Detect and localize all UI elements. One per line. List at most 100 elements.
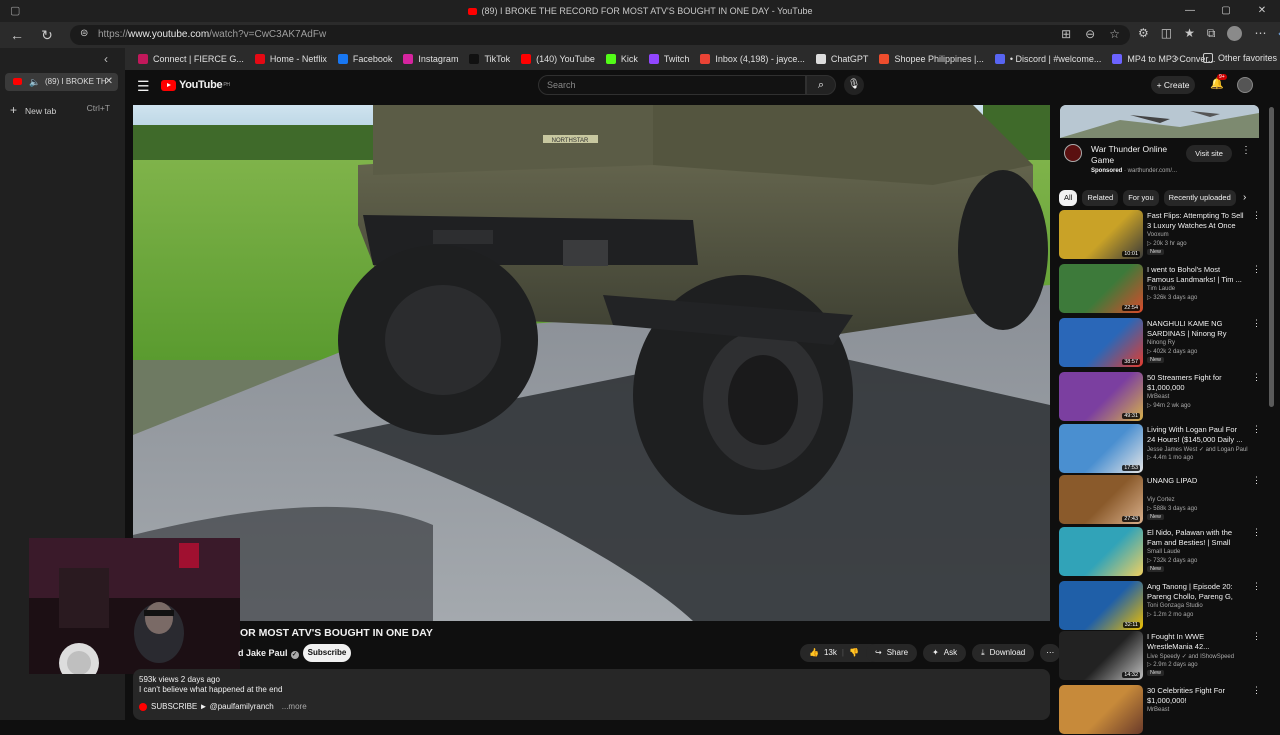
channel-name[interactable]: MrBeast — [1147, 707, 1169, 713]
video-options-icon[interactable]: ⋮ — [1252, 581, 1261, 592]
ask-button[interactable]: ✦ Ask — [923, 644, 967, 662]
video-options-icon[interactable]: ⋮ — [1252, 264, 1261, 275]
video-options-icon[interactable]: ⋮ — [1252, 685, 1261, 696]
search-input[interactable]: Search — [538, 75, 806, 95]
ad-banner-image[interactable] — [1060, 105, 1259, 138]
url-text[interactable]: https://www.youtube.com/watch?v=CwC3AK7A… — [98, 28, 326, 42]
show-more-link[interactable]: ...more — [282, 702, 307, 711]
close-tab-icon[interactable]: ✕ — [105, 73, 113, 91]
chip-for-you[interactable]: For you — [1123, 190, 1159, 206]
favorites-icon[interactable]: ★ — [1184, 26, 1195, 41]
refresh-icon[interactable]: ↻ — [38, 26, 56, 44]
video-options-icon[interactable]: ⋮ — [1252, 475, 1261, 486]
menu-icon[interactable]: ☰ — [137, 78, 150, 95]
back-icon[interactable]: ← — [8, 26, 26, 44]
bookmark-item[interactable]: TikTok — [469, 54, 510, 64]
app-available-icon[interactable]: ⊞ — [1061, 27, 1071, 41]
bookmark-item[interactable]: MP4 to MP3 Conver... — [1112, 54, 1215, 64]
zoom-icon[interactable]: ⊖ — [1085, 27, 1095, 41]
channel-name[interactable]: Tim Laude — [1147, 286, 1175, 292]
recommended-video[interactable]: El Nido, Palawan with the Fam and Bestie… — [1059, 527, 1264, 577]
bookmark-item[interactable]: Inbox (4,198) - jayce... — [700, 54, 805, 64]
video-title[interactable]: El Nido, Palawan with the Fam and Bestie… — [1147, 528, 1247, 548]
settings-more-icon[interactable]: ⋯ — [1254, 26, 1266, 41]
channel-name[interactable]: MrBeast — [1147, 394, 1169, 400]
video-thumbnail[interactable]: 17:53 — [1059, 424, 1143, 473]
extensions-icon[interactable]: ⚙ — [1138, 26, 1149, 41]
video-options-icon[interactable]: ⋮ — [1252, 527, 1261, 538]
video-title[interactable]: NANGHULI KAME NG SARDINAS | Ninong Ry — [1147, 319, 1247, 339]
bookmark-item[interactable]: Twitch — [648, 54, 689, 64]
chips-next-icon[interactable]: › — [1243, 192, 1246, 203]
channel-name[interactable]: Viy Cortez — [1147, 497, 1175, 503]
chip-recently-uploaded[interactable]: Recently uploaded — [1163, 190, 1236, 206]
channel-name[interactable]: d Jake Paul ✓ — [238, 648, 299, 659]
chip-all[interactable]: All — [1059, 190, 1078, 206]
account-avatar[interactable] — [1237, 77, 1253, 93]
channel-name[interactable]: Jesse James West ✓ and Logan Paul — [1147, 446, 1248, 453]
channel-name[interactable]: Toni Gonzaga Studio — [1147, 603, 1203, 609]
bookmark-item[interactable]: Connect | FIERCE G... — [138, 54, 244, 64]
video-title[interactable]: Ang Tanong | Episode 20: Pareng Chollo, … — [1147, 582, 1247, 602]
new-tab-button[interactable]: + New tab Ctrl+T — [10, 103, 110, 117]
bookmark-item[interactable]: Facebook — [337, 54, 392, 64]
video-thumbnail[interactable]: 10:01 — [1059, 210, 1143, 259]
video-title[interactable]: 50 Streamers Fight for $1,000,000 — [1147, 373, 1247, 393]
bookmark-item[interactable]: Instagram — [403, 54, 458, 64]
video-thumbnail[interactable]: 27:43 — [1059, 475, 1143, 524]
bookmark-item[interactable]: Kick — [605, 54, 638, 64]
collapse-tabs-icon[interactable]: ‹ — [104, 52, 108, 66]
description-box[interactable]: 593k views 2 days ago I can't believe wh… — [133, 669, 1050, 720]
collections-icon[interactable]: ⧉ — [1207, 26, 1216, 41]
profile-avatar[interactable] — [1227, 26, 1243, 41]
recommended-video[interactable]: 14:32 I Fought In WWE WrestleMania 42... L… — [1059, 631, 1264, 681]
bookmark-item[interactable]: • Discord | #welcome... — [994, 54, 1101, 64]
channel-name[interactable]: Vooxum — [1147, 232, 1169, 238]
video-thumbnail[interactable]: 32:11 — [1059, 581, 1143, 630]
channel-name[interactable]: Small Laude — [1147, 549, 1180, 555]
video-player[interactable]: NORTHSTAR — [133, 105, 1050, 621]
recommended-video[interactable]: 10:01 Fast Flips: Attempting To Sell 3 Lu… — [1059, 210, 1264, 260]
voice-search-button[interactable]: 🎙 — [844, 75, 864, 95]
video-thumbnail[interactable] — [1059, 685, 1143, 734]
video-title[interactable]: UNANG LIPAD — [1147, 476, 1247, 486]
video-options-icon[interactable]: ⋮ — [1252, 631, 1261, 642]
video-thumbnail[interactable]: 38:57 — [1059, 318, 1143, 367]
bookmark-item[interactable]: ChatGPT — [815, 54, 868, 64]
favorite-star-icon[interactable]: ☆ — [1109, 27, 1120, 41]
bookmark-item[interactable]: Home - Netflix — [254, 54, 327, 64]
recommended-video[interactable]: 22:54 I went to Bohol's Most Famous Landm… — [1059, 264, 1264, 314]
maximize-icon[interactable]: ▢ — [1208, 0, 1244, 22]
channel-name[interactable]: Ninong Ry — [1147, 340, 1175, 346]
close-icon[interactable]: ✕ — [1244, 0, 1280, 22]
video-options-icon[interactable]: ⋮ — [1252, 372, 1261, 383]
tab-current[interactable]: 🔈 (89) I BROKE TH ✕ — [5, 73, 118, 91]
recommended-video[interactable]: 27:43 UNANG LIPAD Viy Cortez ▷ 588k 3 days … — [1059, 475, 1264, 525]
create-button[interactable]: + Create — [1151, 76, 1195, 94]
search-button[interactable]: ⌕ — [806, 75, 836, 95]
recommended-video[interactable]: 38:57 NANGHULI KAME NG SARDINAS | Ninong … — [1059, 318, 1264, 368]
video-title[interactable]: Fast Flips: Attempting To Sell 3 Luxury … — [1147, 211, 1247, 231]
video-thumbnail[interactable]: 14:32 — [1059, 631, 1143, 680]
channel-handle-link[interactable]: SUBSCRIBE ► @paulfamilyranch — [151, 702, 274, 711]
bookmarks-overflow-icon[interactable]: › — [1175, 51, 1179, 65]
bookmark-item[interactable]: Shopee Philippines |... — [879, 54, 984, 64]
video-title[interactable]: I Fought In WWE WrestleMania 42... — [1147, 632, 1247, 652]
video-options-icon[interactable]: ⋮ — [1252, 318, 1261, 329]
ad-title[interactable]: War Thunder Online Game — [1091, 144, 1191, 166]
split-screen-icon[interactable]: ◫ — [1161, 26, 1172, 41]
thumbs-down-icon[interactable]: 👎 — [849, 644, 859, 662]
sponsored-ad-card[interactable]: War Thunder Online Game Sponsored · wart… — [1060, 105, 1259, 183]
video-options-icon[interactable]: ⋮ — [1252, 210, 1261, 221]
video-title[interactable]: Living With Logan Paul For 24 Hours! ($1… — [1147, 425, 1247, 445]
url-bar[interactable]: ⊜ https://www.youtube.com/watch?v=CwC3AK… — [70, 25, 1130, 45]
video-title[interactable]: 30 Celebrities Fight For $1,000,000! — [1147, 686, 1247, 706]
recommended-video[interactable]: 32:11 Ang Tanong | Episode 20: Pareng Cho… — [1059, 581, 1264, 631]
bookmark-item[interactable]: (140) YouTube — [521, 54, 595, 64]
notifications-button[interactable]: 🔔 9+ — [1210, 74, 1227, 90]
channel-name[interactable]: Live Speedy ✓ and IShowSpeed — [1147, 653, 1234, 660]
video-thumbnail[interactable] — [1059, 527, 1143, 576]
video-title[interactable]: I went to Bohol's Most Famous Landmarks!… — [1147, 265, 1247, 285]
more-actions-button[interactable]: ⋯ — [1040, 644, 1061, 662]
subscribe-button[interactable]: Subscribe — [303, 644, 351, 662]
